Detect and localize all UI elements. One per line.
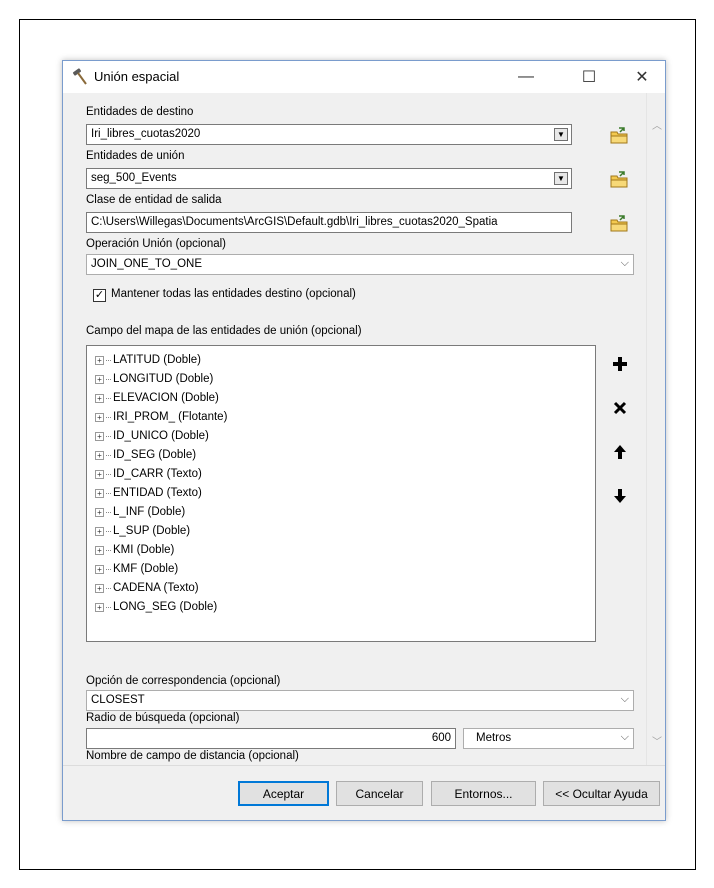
list-item[interactable]: + CADENA (Texto) — [95, 579, 199, 597]
list-item[interactable]: + IRI_PROM_ (Flotante) — [95, 408, 227, 426]
keep-all-checkbox[interactable]: ✓ — [93, 289, 106, 302]
move-up-button[interactable] — [609, 441, 631, 463]
maximize-button[interactable]: ☐ — [566, 61, 612, 93]
expand-icon[interactable]: + — [95, 583, 104, 593]
output-feature-class-label: Clase de entidad de salida — [86, 194, 222, 206]
match-option-select[interactable]: CLOSEST ⌵ — [86, 690, 634, 711]
expand-icon[interactable]: + — [95, 431, 104, 441]
dialog-content: Entidades de destino Iri_libres_cuotas20… — [63, 93, 665, 785]
output-feature-class-input[interactable]: C:\Users\Willegas\Documents\ArcGIS\Defau… — [86, 212, 572, 233]
join-operation-label: Operación Unión (opcional) — [86, 238, 226, 250]
join-operation-select[interactable]: JOIN_ONE_TO_ONE ⌵ — [86, 254, 634, 275]
dialog-footer: Aceptar Cancelar Entornos... << Ocultar … — [63, 765, 665, 820]
spatial-join-dialog: Unión espacial — ☐ ✕ Entidades de destin… — [62, 60, 666, 821]
arrow-up-icon — [614, 445, 626, 459]
scroll-down-icon[interactable]: ﹀ — [651, 733, 663, 748]
minimize-button[interactable]: — — [503, 61, 549, 93]
search-radius-unit-value: Metros — [476, 732, 512, 744]
expand-icon[interactable]: + — [95, 393, 104, 403]
cancel-button[interactable]: Cancelar — [336, 781, 423, 806]
expand-icon[interactable]: + — [95, 602, 104, 612]
join-features-label: Entidades de unión — [86, 150, 185, 162]
scroll-up-icon[interactable]: ︿ — [651, 117, 663, 132]
expand-icon[interactable]: + — [95, 488, 104, 498]
expand-icon[interactable]: + — [95, 545, 104, 555]
window-title: Unión espacial — [94, 69, 180, 84]
list-item[interactable]: + ENTIDAD (Texto) — [95, 484, 202, 502]
expand-icon[interactable]: + — [95, 355, 104, 365]
search-radius-unit-select[interactable]: Metros ⌵ — [463, 728, 634, 749]
open-folder-icon[interactable] — [608, 213, 630, 235]
output-feature-class-value: C:\Users\Willegas\Documents\ArcGIS\Defau… — [91, 216, 498, 228]
list-item[interactable]: + ID_CARR (Texto) — [95, 465, 202, 483]
vertical-scrollbar[interactable]: ︿ ﹀ — [646, 93, 665, 765]
add-field-button[interactable] — [609, 353, 631, 375]
chevron-down-icon[interactable]: ▼ — [554, 128, 568, 141]
search-radius-value: 600 — [431, 732, 451, 744]
list-item[interactable]: + L_SUP (Doble) — [95, 522, 190, 540]
remove-field-button[interactable] — [609, 397, 631, 419]
expand-icon[interactable]: + — [95, 564, 104, 574]
target-features-label: Entidades de destino — [86, 106, 194, 118]
search-radius-input[interactable]: 600 — [86, 728, 456, 749]
chevron-down-icon: ⌵ — [620, 693, 629, 705]
expand-icon[interactable]: + — [95, 374, 104, 384]
expand-icon[interactable]: + — [95, 412, 104, 422]
title-bar[interactable]: Unión espacial — ☐ ✕ — [63, 61, 665, 93]
expand-icon[interactable]: + — [95, 507, 104, 517]
field-map-list[interactable]: + LATITUD (Doble) + LONGITUD (Doble) + ELEV… — [86, 345, 596, 642]
environments-button[interactable]: Entornos... — [431, 781, 536, 806]
delete-x-icon — [613, 401, 627, 415]
list-item[interactable]: + LONGITUD (Doble) — [95, 370, 213, 388]
close-button[interactable]: ✕ — [619, 61, 665, 93]
open-folder-icon[interactable] — [608, 125, 630, 147]
chevron-down-icon: ⌵ — [620, 731, 629, 743]
list-item[interactable]: + ID_SEG (Doble) — [95, 446, 196, 464]
list-item[interactable]: + LATITUD (Doble) — [95, 351, 201, 369]
hammer-icon — [72, 68, 87, 85]
list-item[interactable]: + LONG_SEG (Doble) — [95, 598, 217, 616]
distance-field-label: Nombre de campo de distancia (opcional) — [86, 750, 299, 762]
target-features-combo[interactable]: Iri_libres_cuotas2020 ▼ — [86, 124, 572, 145]
search-radius-label: Radio de búsqueda (opcional) — [86, 712, 240, 724]
chevron-down-icon[interactable]: ▼ — [554, 172, 568, 185]
plus-icon — [613, 357, 627, 371]
list-item[interactable]: + KMF (Doble) — [95, 560, 178, 578]
join-operation-value: JOIN_ONE_TO_ONE — [91, 258, 202, 270]
ok-button[interactable]: Aceptar — [238, 781, 329, 806]
match-option-label: Opción de correspondencia (opcional) — [86, 675, 281, 687]
join-features-combo[interactable]: seg_500_Events ▼ — [86, 168, 572, 189]
list-item[interactable]: + L_INF (Doble) — [95, 503, 185, 521]
field-map-label: Campo del mapa de las entidades de unión… — [86, 325, 362, 337]
move-down-button[interactable] — [609, 485, 631, 507]
join-features-value: seg_500_Events — [91, 172, 177, 184]
keep-all-label: Mantener todas las entidades destino (op… — [111, 288, 356, 300]
expand-icon[interactable]: + — [95, 526, 104, 536]
list-item[interactable]: + KMI (Doble) — [95, 541, 174, 559]
target-features-value: Iri_libres_cuotas2020 — [91, 128, 201, 140]
list-item[interactable]: + ID_UNICO (Doble) — [95, 427, 209, 445]
expand-icon[interactable]: + — [95, 469, 104, 479]
open-folder-icon[interactable] — [608, 169, 630, 191]
list-item[interactable]: + ELEVACION (Doble) — [95, 389, 219, 407]
arrow-down-icon — [614, 489, 626, 503]
match-option-value: CLOSEST — [91, 694, 145, 706]
chevron-down-icon: ⌵ — [620, 257, 629, 269]
expand-icon[interactable]: + — [95, 450, 104, 460]
hide-help-button[interactable]: << Ocultar Ayuda — [543, 781, 660, 806]
